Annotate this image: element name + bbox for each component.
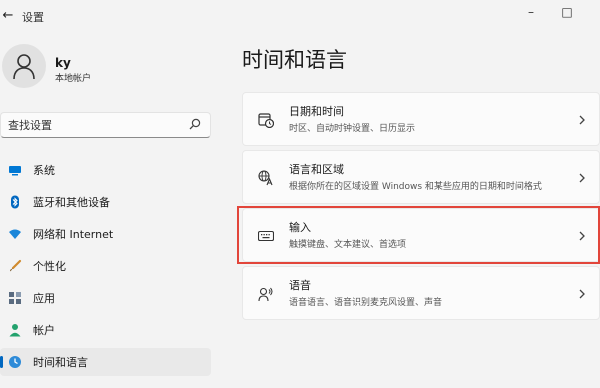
sidebar-item-label: 系统 — [33, 164, 55, 177]
search-icon[interactable] — [188, 117, 202, 131]
title-bar: ← 设置 – □ — [0, 0, 600, 36]
sidebar-item-personalization[interactable]: 个性化 — [0, 252, 211, 280]
brush-icon — [10, 259, 22, 272]
time-language-icon — [9, 356, 21, 368]
card-speech[interactable]: 语音 语音语言、语音识别麦克风设置、声音 — [242, 266, 600, 320]
network-icon — [9, 229, 21, 239]
card-subtitle: 根据你所在的区域设置 Windows 和某些应用的日期和时间格式 — [289, 182, 542, 192]
bluetooth-icon — [11, 195, 19, 209]
highlight-box — [237, 206, 600, 264]
card-title: 日期和时间 — [289, 105, 344, 118]
avatar[interactable] — [2, 44, 46, 88]
back-arrow-icon[interactable]: ← — [0, 6, 16, 26]
page-title: 时间和语言 — [242, 48, 347, 72]
card-title: 语言和区域 — [289, 163, 344, 176]
account-icon — [9, 324, 21, 337]
maximize-button[interactable]: □ — [556, 2, 578, 22]
sidebar-item-accounts[interactable]: 帐户 — [0, 316, 211, 344]
sidebar-item-label: 蓝牙和其他设备 — [33, 196, 110, 209]
card-subtitle: 语音语言、语音识别麦克风设置、声音 — [289, 298, 443, 308]
user-name: ky — [55, 56, 71, 70]
card-date-time[interactable]: 日期和时间 时区、自动时钟设置、日历显示 — [242, 92, 600, 146]
system-icon — [9, 166, 21, 176]
window-title: 设置 — [22, 11, 44, 24]
card-subtitle: 时区、自动时钟设置、日历显示 — [289, 124, 416, 134]
chevron-right-icon — [579, 289, 585, 299]
chevron-right-icon — [579, 115, 585, 125]
sidebar-item-system[interactable]: 系统 — [0, 156, 211, 184]
person-icon — [13, 54, 35, 80]
chevron-right-icon — [579, 173, 585, 183]
search-input[interactable] — [0, 112, 211, 138]
sidebar-item-label: 应用 — [33, 292, 55, 305]
minimize-button[interactable]: – — [520, 2, 542, 22]
clock-calendar-icon — [258, 113, 274, 128]
card-language-region[interactable]: 语言和区域 根据你所在的区域设置 Windows 和某些应用的日期和时间格式 — [242, 150, 600, 204]
apps-icon — [9, 292, 21, 304]
language-icon — [258, 170, 273, 186]
card-title: 语音 — [289, 279, 311, 292]
sidebar-item-apps[interactable]: 应用 — [0, 284, 211, 312]
sidebar-item-network[interactable]: 网络和 Internet — [0, 220, 211, 248]
sidebar-item-label: 网络和 Internet — [33, 228, 114, 241]
selection-indicator — [0, 356, 3, 368]
speech-icon — [258, 287, 273, 302]
sidebar-item-time-language[interactable]: 时间和语言 — [0, 348, 211, 376]
sidebar-item-label: 个性化 — [33, 260, 66, 273]
sidebar-item-label: 帐户 — [33, 324, 55, 337]
sidebar-item-bluetooth[interactable]: 蓝牙和其他设备 — [0, 188, 211, 216]
account-type: 本地帐户 — [55, 74, 92, 84]
sidebar-item-label: 时间和语言 — [33, 356, 88, 369]
